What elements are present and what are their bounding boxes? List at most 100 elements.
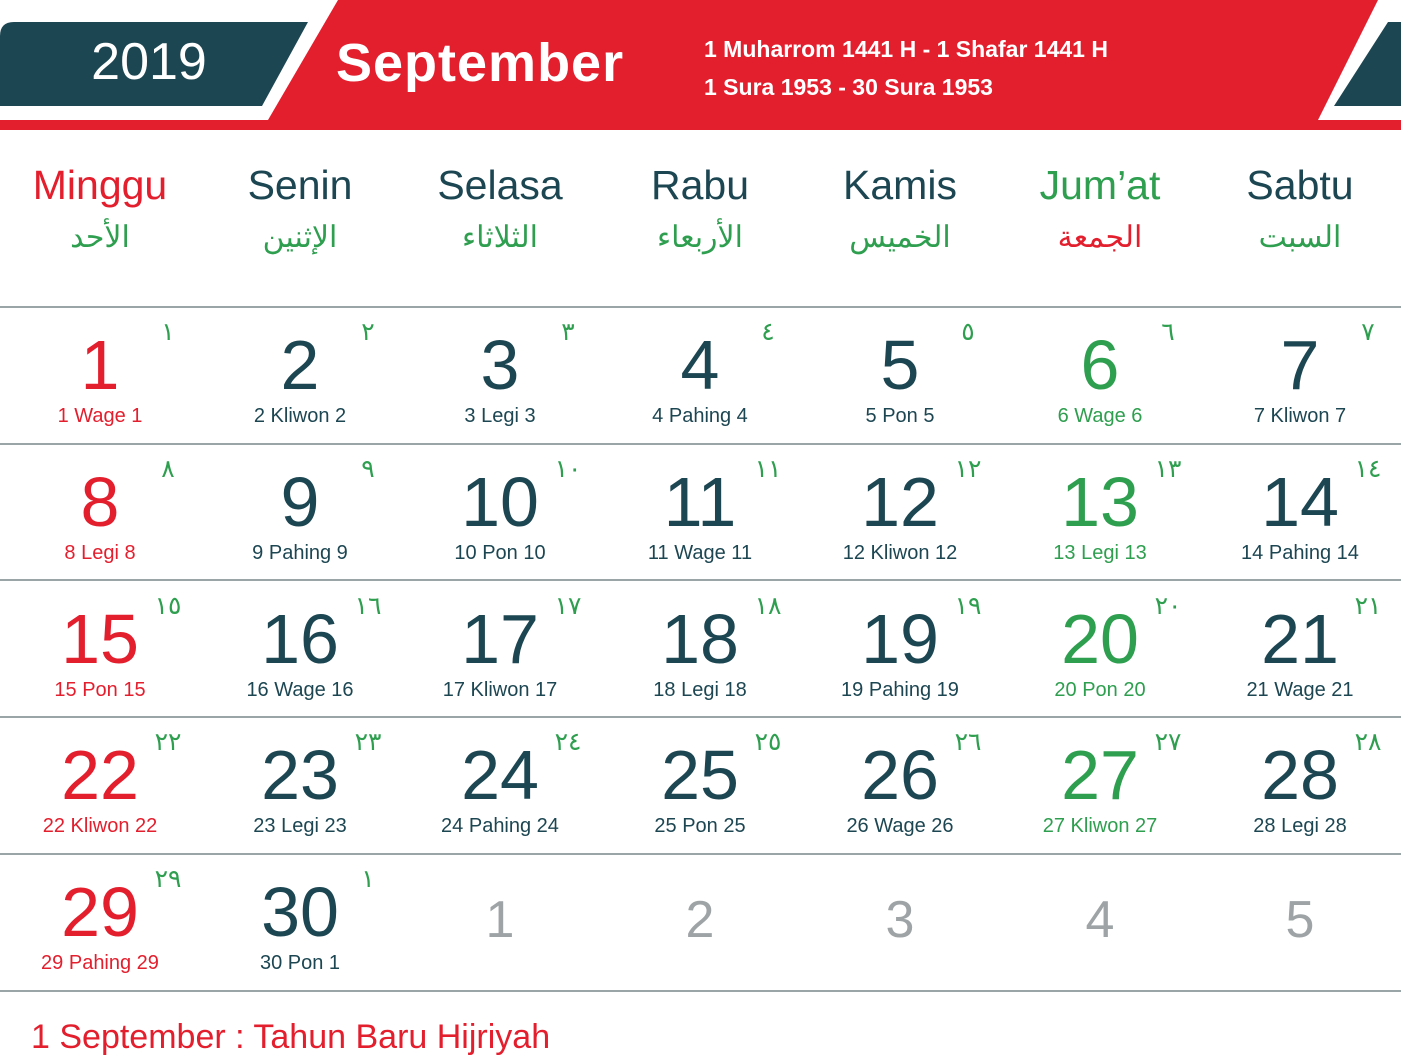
divider (0, 990, 1401, 992)
javanese-date: 30 Pon 1 (259, 952, 341, 975)
gregorian-date: 4 (1085, 891, 1115, 950)
hijri-date: ٢٦ (954, 727, 982, 757)
date-cell[interactable]: 18 ١٨ 18 Legi 18 (600, 581, 800, 717)
date-cell[interactable]: 11 ١١ 11 Wage 11 (600, 444, 800, 580)
hijri-date: ٢٠ (1154, 590, 1182, 620)
hijri-date: ١٠ (554, 453, 582, 483)
date-cell[interactable]: 28 ٢٨ 28 Legi 28 (1200, 717, 1400, 853)
weekday-name: Rabu (650, 162, 749, 208)
hijri-date: ١ (161, 317, 175, 346)
weekday-header-row: Minggu الأحد Senin الإثنين Selasa الثلاث… (0, 140, 1401, 305)
javanese-date: 8 Legi 8 (64, 541, 136, 564)
javanese-date: 17 Kliwon 17 (442, 678, 558, 701)
weekday-arabic: الثلاثاء (461, 220, 539, 255)
date-cell[interactable]: 9٩9 Pahing 9 (200, 444, 400, 580)
date-cell[interactable]: 27 ٢٧ 27 Kliwon 27 (1000, 717, 1200, 853)
hijri-date: ٢٨ (1354, 727, 1382, 757)
hijri-date: ٢١ (1354, 590, 1382, 620)
hijri-date: ٩ (361, 453, 375, 483)
javanese-date: 13 Legi 13 (1053, 541, 1147, 564)
date-cell[interactable]: 6٦6 Wage 6 (1000, 307, 1200, 443)
javanese-date: 11 Wage 11 (647, 541, 753, 564)
date-cell[interactable]: 22 ٢٢ 22 Kliwon 22 (0, 717, 200, 853)
hijri-date: ٥ (961, 317, 975, 346)
javanese-date: 27 Kliwon 27 (1042, 815, 1158, 838)
hijri-date: ١٤ (1354, 453, 1382, 483)
weekday-minggu: Minggu الأحد (0, 160, 200, 260)
hijri-date: ١٦ (354, 590, 382, 620)
date-cell[interactable]: 3 (800, 854, 1000, 990)
hijri-date: ٨ (161, 453, 175, 483)
date-cell[interactable]: 14 ١٤ 14 Pahing 14 (1200, 444, 1400, 580)
weekday-rabu: Rabu الأربعاء (600, 160, 800, 260)
weekday-name: Sabtu (1246, 162, 1354, 208)
weekday-senin: Senin الإثنين (200, 160, 400, 260)
weekday-jumat: Jum’at الجمعة (1000, 160, 1200, 260)
date-cell[interactable]: 30 ١ 30 Pon 1 (200, 854, 400, 990)
date-cell[interactable]: 17 ١٧ 17 Kliwon 17 (400, 581, 600, 717)
date-cell[interactable]: 10 ١٠ 10 Pon 10 (400, 444, 600, 580)
javanese-date: 19 Pahing 19 (841, 678, 959, 701)
javanese-date: 14 Pahing 14 (1241, 541, 1359, 564)
date-cell[interactable]: 2 (600, 854, 800, 990)
date-cell[interactable]: 2٢2 Kliwon 2 (200, 307, 400, 443)
weekday-kamis: Kamis الخميس (800, 160, 1000, 260)
weekday-arabic: السبت (1258, 220, 1342, 255)
hijri-date: ٢٢ (154, 727, 182, 757)
javanese-date: 21 Wage 21 (1246, 678, 1354, 701)
hijri-date: ١ (361, 864, 375, 894)
javanese-date: 28 Legi 28 (1253, 815, 1347, 838)
date-cell[interactable]: 1 (400, 854, 600, 990)
date-cell[interactable]: 3٣3 Legi 3 (400, 307, 600, 443)
date-cell[interactable]: 15 ١٥ 15 Pon 15 (0, 581, 200, 717)
date-cell[interactable]: 12 ١٢ 12 Kliwon 12 (800, 444, 1000, 580)
date-cell[interactable]: 26 ٢٦ 26 Wage 26 (800, 717, 1000, 853)
javanese-date: 1 Wage 1 (57, 405, 143, 427)
hijri-date: ٢٩ (154, 864, 182, 894)
javanese-date: 12 Kliwon 12 (842, 541, 958, 564)
date-cell[interactable]: 5٥5 Pon 5 (800, 307, 1000, 443)
date-cell[interactable]: 16 ١٦ 16 Wage 16 (200, 581, 400, 717)
hijri-line-2: 1 Sura 1953 - 30 Sura 1953 (704, 74, 993, 100)
javanese-date: 23 Legi 23 (253, 815, 347, 838)
date-cell[interactable]: 8٨8 Legi 8 (0, 444, 200, 580)
hijri-range: 1 Muharrom 1441 H - 1 Shafar 1441 H 1 Su… (704, 30, 1108, 106)
javanese-date: 15 Pon 15 (54, 678, 146, 701)
date-cell[interactable]: 4 (1000, 854, 1200, 990)
javanese-date: 7 Kliwon 7 (1253, 405, 1347, 427)
gregorian-date: 5 (1285, 891, 1315, 950)
hijri-date: ١٢ (954, 453, 982, 483)
javanese-date: 20 Pon 20 (1054, 678, 1146, 701)
date-cell[interactable]: 7٧7 Kliwon 7 (1200, 307, 1400, 443)
hijri-date: ٧ (1361, 317, 1375, 346)
javanese-date: 16 Wage 16 (246, 678, 354, 701)
hijri-date: ١١ (754, 453, 782, 483)
hijri-date: ١٧ (554, 590, 582, 620)
hijri-date: ١٨ (754, 590, 782, 620)
weekday-name: Senin (247, 162, 353, 208)
date-cell[interactable]: 29 ٢٩ 29 Pahing 29 (0, 854, 200, 990)
date-cell[interactable]: 23 ٢٣ 23 Legi 23 (200, 717, 400, 853)
javanese-date: 4 Pahing 4 (652, 405, 748, 427)
javanese-date: 25 Pon 25 (654, 815, 746, 838)
month-label: September (336, 33, 625, 93)
date-cell[interactable]: 24 ٢٤ 24 Pahing 24 (400, 717, 600, 853)
date-cell[interactable]: 19 ١٩ 19 Pahing 19 (800, 581, 1000, 717)
javanese-date: 24 Pahing 24 (441, 815, 559, 838)
date-cell[interactable]: 20 ٢٠ 20 Pon 20 (1000, 581, 1200, 717)
gregorian-date: 1 (485, 891, 515, 950)
javanese-date: 5 Pon 5 (865, 405, 935, 427)
gregorian-date: 3 (885, 891, 915, 950)
date-cell[interactable]: 13 ١٣ 13 Legi 13 (1000, 444, 1200, 580)
date-cell[interactable]: 25 ٢٥ 25 Pon 25 (600, 717, 800, 853)
date-cell[interactable]: 5 (1200, 854, 1400, 990)
holiday-note: 1 September : Tahun Baru Hijriyah (31, 1018, 551, 1056)
date-cell[interactable]: 1١1 Wage 1 (0, 307, 200, 443)
weekday-selasa: Selasa الثلاثاء (400, 160, 600, 260)
date-cell[interactable]: 4٤4 Pahing 4 (600, 307, 800, 443)
weekday-arabic: الجمعة (1057, 220, 1143, 255)
hijri-date: ٣ (561, 317, 575, 346)
date-cell[interactable]: 21 ٢١ 21 Wage 21 (1200, 581, 1400, 717)
hijri-date: ٦ (1161, 317, 1175, 346)
hijri-date: ٢٧ (1154, 727, 1182, 757)
